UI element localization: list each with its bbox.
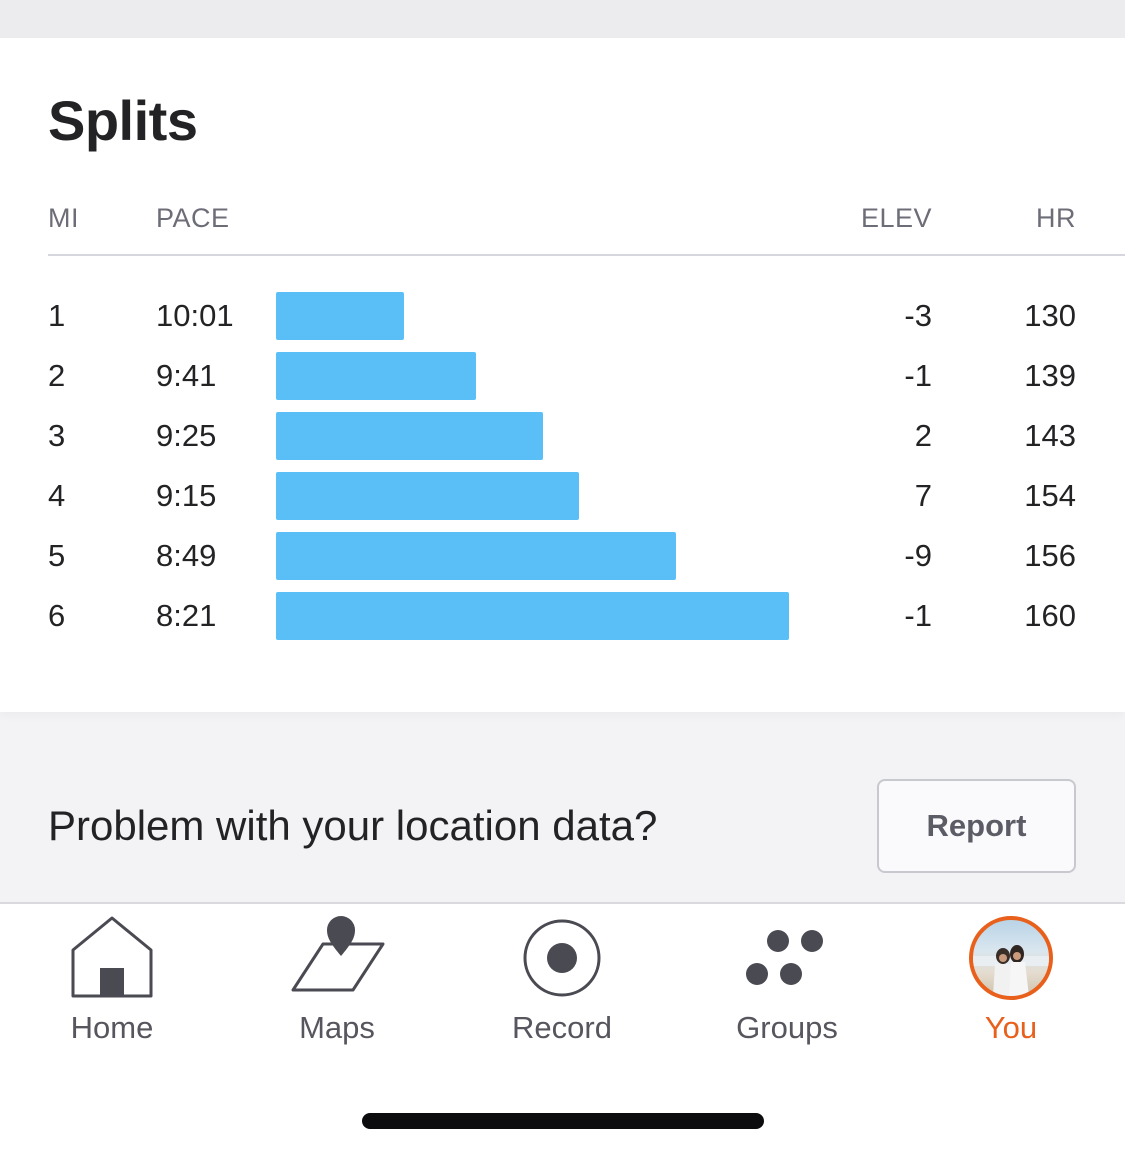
split-hr: 154	[1024, 478, 1076, 513]
split-elev: -1	[904, 358, 932, 393]
tab-maps[interactable]: Maps	[237, 904, 437, 1064]
top-strip	[0, 0, 1125, 38]
split-pace: 8:21	[156, 598, 217, 633]
split-elev: -1	[904, 598, 932, 633]
split-hr: 143	[1024, 418, 1076, 453]
header-elev: ELEV	[860, 203, 932, 233]
split-hr: 130	[1024, 298, 1076, 333]
split-hr: 156	[1024, 538, 1076, 573]
split-mile: 4	[48, 478, 66, 513]
split-elev: -9	[904, 538, 932, 573]
report-button[interactable]: Report	[877, 779, 1076, 873]
split-mile: 1	[48, 298, 66, 333]
tab-you[interactable]: You	[911, 904, 1111, 1064]
home-icon	[70, 916, 154, 1005]
split-row: 2 9:41 -1 139	[0, 352, 1125, 400]
split-elev: -3	[904, 298, 932, 333]
split-hr: 139	[1024, 358, 1076, 393]
split-pace-bar	[276, 352, 476, 400]
split-elev: 2	[914, 418, 932, 453]
tab-groups-label: Groups	[736, 1010, 838, 1045]
tab-record-label: Record	[512, 1010, 612, 1045]
split-pace-bar	[276, 472, 579, 520]
header-mi: MI	[48, 203, 79, 233]
record-icon	[520, 916, 604, 1005]
splits-title: Splits	[48, 89, 198, 152]
split-pace-bar	[276, 412, 543, 460]
location-problem-text: Problem with your location data?	[48, 802, 658, 849]
split-pace: 10:01	[156, 298, 234, 333]
home-indicator	[362, 1113, 764, 1129]
map-pin-icon	[289, 916, 385, 1005]
tab-maps-label: Maps	[299, 1010, 375, 1045]
tab-home-label: Home	[70, 1010, 154, 1045]
split-pace: 9:25	[156, 418, 217, 453]
split-pace-bar	[276, 292, 404, 340]
tab-you-label: You	[984, 1010, 1038, 1045]
split-mile: 5	[48, 538, 66, 573]
split-row: 1 10:01 -3 130	[0, 292, 1125, 340]
tab-home[interactable]: Home	[12, 904, 212, 1064]
split-hr: 160	[1024, 598, 1076, 633]
split-mile: 6	[48, 598, 66, 633]
header-hr: HR	[1036, 203, 1076, 233]
split-row: 4 9:15 7 154	[0, 472, 1125, 520]
split-elev: 7	[914, 478, 932, 513]
groups-icon	[742, 916, 832, 1005]
split-pace: 8:49	[156, 538, 217, 573]
header-pace: PACE	[156, 203, 230, 233]
split-pace-bar	[276, 532, 676, 580]
split-pace: 9:41	[156, 358, 217, 393]
split-mile: 2	[48, 358, 66, 393]
avatar	[969, 916, 1053, 1000]
split-pace: 9:15	[156, 478, 217, 513]
split-row: 5 8:49 -9 156	[0, 532, 1125, 580]
split-row: 6 8:21 -1 160	[0, 592, 1125, 640]
header-divider	[48, 254, 1125, 256]
split-mile: 3	[48, 418, 66, 453]
tab-groups[interactable]: Groups	[687, 904, 887, 1064]
split-pace-bar	[276, 592, 789, 640]
tab-record[interactable]: Record	[462, 904, 662, 1064]
split-row: 3 9:25 2 143	[0, 412, 1125, 460]
